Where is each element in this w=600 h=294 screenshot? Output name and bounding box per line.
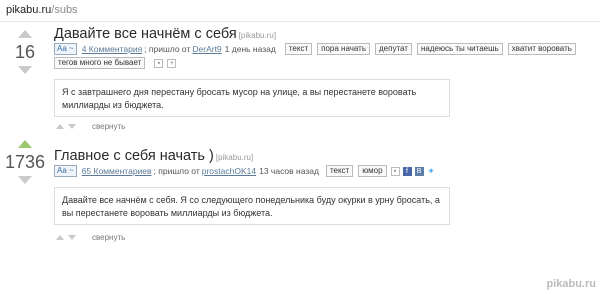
- downvote-button[interactable]: [18, 176, 32, 184]
- vk-icon[interactable]: В: [414, 166, 424, 176]
- post-rating: 16: [14, 42, 36, 62]
- author-link[interactable]: DerArt9: [192, 44, 221, 54]
- tag[interactable]: надеюсь ты читаешь: [416, 43, 503, 55]
- vote-block: 1736: [0, 140, 50, 184]
- tag[interactable]: текст: [325, 165, 354, 177]
- facebook-icon[interactable]: f: [402, 166, 412, 176]
- post-content: Давайте все начнём с себя. Я со следующе…: [54, 187, 450, 225]
- watermark: pikabu.ru: [546, 278, 596, 290]
- post-time: 1 день назад: [224, 44, 276, 54]
- small-upvote-icon[interactable]: [56, 235, 64, 240]
- tag[interactable]: хватит воровать: [507, 43, 576, 55]
- small-upvote-icon[interactable]: [56, 124, 64, 129]
- post-actions: свернуть: [56, 122, 125, 131]
- address-path: /subs: [51, 4, 78, 16]
- post-title-text[interactable]: Главное с себя начать ): [54, 148, 214, 164]
- tags-row-2: тегов много не бывает ▪ +: [54, 57, 177, 69]
- twitter-icon[interactable]: ✦: [427, 166, 436, 176]
- address-bar[interactable]: pikabu.ru/subs: [0, 0, 600, 22]
- tag[interactable]: пора начать: [317, 43, 370, 55]
- tag[interactable]: текст: [284, 43, 313, 55]
- post-content: Я с завтрашнего дня перестану бросать му…: [54, 79, 450, 117]
- collapse-link[interactable]: свернуть: [92, 122, 125, 131]
- post-source: [pikabu.ru]: [215, 153, 254, 162]
- tag[interactable]: тегов много не бывает: [54, 57, 146, 69]
- address-host: pikabu.ru/subs: [6, 4, 78, 16]
- post-meta: Aa ~ 4 Комментария ; пришло от DerArt9 1…: [54, 43, 576, 55]
- tag[interactable]: депутат: [375, 43, 412, 55]
- small-downvote-icon[interactable]: [68, 235, 76, 240]
- plus-icon[interactable]: +: [167, 58, 177, 68]
- post-rating: 1736: [4, 152, 46, 172]
- comments-link[interactable]: 65 Комментариев: [82, 166, 152, 176]
- sent-by-label: ; пришло от: [153, 166, 200, 176]
- author-link[interactable]: prostachOK14: [202, 166, 256, 176]
- downvote-button[interactable]: [18, 66, 32, 74]
- post-text: Я с завтрашнего дня перестану бросать му…: [62, 87, 417, 110]
- sent-by-label: ; пришло от: [144, 44, 191, 54]
- upvote-button[interactable]: [18, 140, 32, 148]
- post-time: 13 часов назад: [259, 166, 319, 176]
- small-downvote-icon[interactable]: [68, 124, 76, 129]
- post-title[interactable]: Давайте все начнём с себя [pikabu.ru]: [54, 26, 276, 42]
- post-actions: свернуть: [56, 233, 125, 242]
- tag[interactable]: юмор: [358, 165, 387, 177]
- post-source: [pikabu.ru]: [238, 31, 277, 40]
- font-size-toggle[interactable]: Aa ~: [54, 165, 77, 177]
- vote-block: 16: [0, 30, 50, 74]
- comments-link[interactable]: 4 Комментария: [82, 44, 142, 54]
- post-meta: Aa ~ 65 Комментариев ; пришло от prostac…: [54, 165, 436, 177]
- post-text: Давайте все начнём с себя. Я со следующе…: [62, 195, 440, 218]
- collapse-link[interactable]: свернуть: [92, 233, 125, 242]
- post-title-text[interactable]: Давайте все начнём с себя: [54, 26, 237, 42]
- font-size-toggle[interactable]: Aa ~: [54, 43, 77, 55]
- upvote-button[interactable]: [18, 30, 32, 38]
- post-title[interactable]: Главное с себя начать ) [pikabu.ru]: [54, 148, 253, 164]
- save-icon[interactable]: ▪: [390, 166, 400, 176]
- save-icon[interactable]: ▪: [154, 58, 164, 68]
